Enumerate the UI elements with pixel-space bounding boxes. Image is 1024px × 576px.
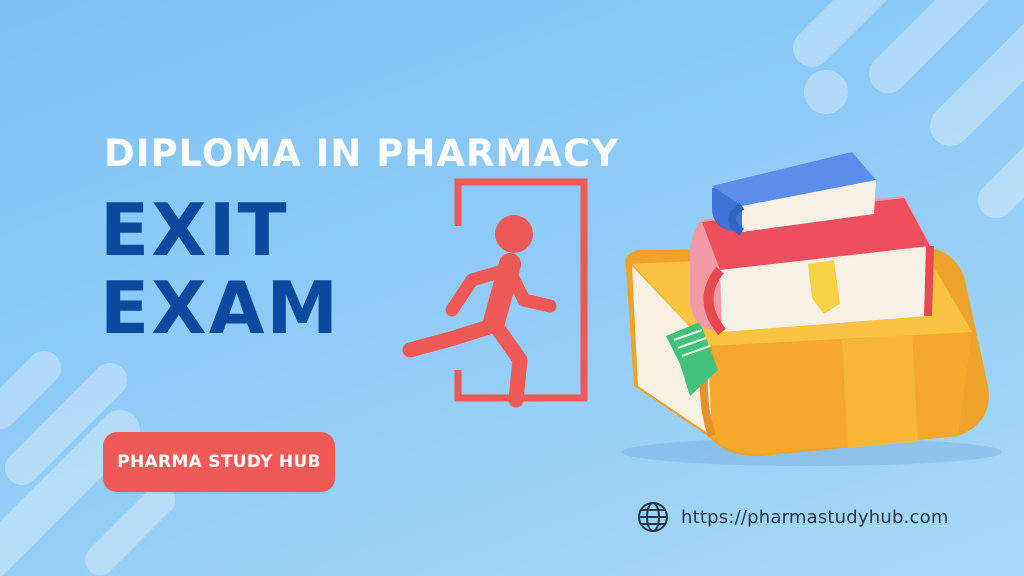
headline-exam: EXAM — [100, 266, 341, 350]
stacked-books-illustration — [622, 152, 1002, 466]
website-link[interactable]: https://pharmastudyhub.com — [636, 500, 949, 534]
headline-exit: EXIT — [100, 188, 289, 272]
globe-icon — [638, 502, 668, 532]
brand-label-button[interactable]: PHARMA STUDY HUB — [103, 432, 335, 492]
program-subtitle: DIPLOMA IN PHARMACY — [104, 132, 619, 175]
banner-canvas: DIPLOMA IN PHARMACY EXIT EXAM PHARMA STU… — [0, 0, 1024, 576]
running-person-exit-icon — [402, 178, 588, 408]
website-url[interactable]: https://pharmastudyhub.com — [681, 507, 949, 528]
